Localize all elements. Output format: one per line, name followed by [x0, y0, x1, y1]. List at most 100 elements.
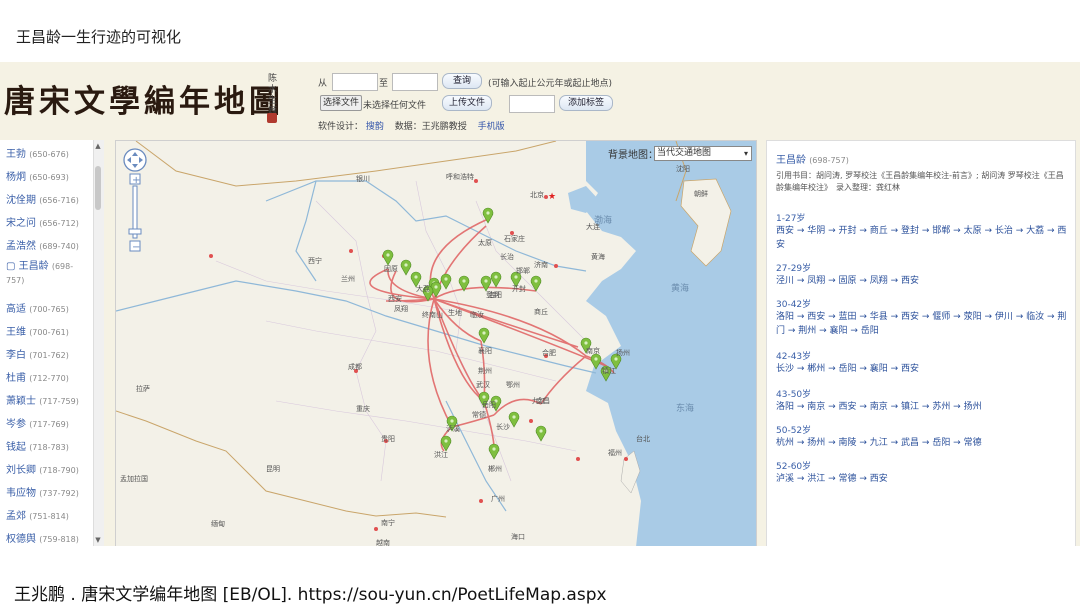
poet-list-item[interactable]: 萧颖士 (717-759) [6, 392, 79, 407]
period-route[interactable]: 洛阳 → 南京 → 西安 → 南京 → 镇江 → 苏州 → 扬州 [776, 400, 1070, 414]
poet-years: (712-770) [29, 374, 69, 383]
place-label: 太原 [478, 238, 492, 247]
panel-reference: 引用书目：胡问涛, 罗琴校注《王昌龄集编年校注-前言》; 胡问涛 罗琴校注《王昌… [776, 171, 1064, 192]
poet-list-item[interactable]: 沈佺期 (656-716) [6, 191, 79, 206]
place-label: 北京 [530, 190, 544, 199]
place-label: 兰州 [341, 274, 355, 283]
poet-list-item[interactable]: 刘长卿 (718-790) [6, 461, 79, 476]
poet-list-item[interactable]: 王维 (700-761) [6, 323, 69, 338]
place-label: 昆明 [266, 465, 280, 473]
capital-star-icon: ★ [548, 192, 556, 202]
poet-years: (718-790) [39, 466, 79, 475]
place-label: 贵阳 [381, 434, 395, 443]
poet-years: (700-765) [29, 305, 69, 314]
period-age: 27-29岁 [776, 264, 812, 274]
tag-input[interactable] [509, 95, 555, 113]
poet-list-item[interactable]: 杜甫 (712-770) [6, 369, 69, 384]
place-label: 广州 [491, 494, 505, 503]
poet-list-item[interactable]: 钱起 (718-783) [6, 438, 69, 453]
place-label: 镇江 [602, 366, 616, 375]
poet-years: (701-762) [29, 351, 69, 360]
map-view[interactable]: ★ + − 呼和浩特北京大连朝鲜沈阳长春太原石家庄济南黄海西宁兰州银川固原凤翔终… [115, 140, 757, 546]
place-label: 长沙 [496, 422, 510, 431]
site-logo[interactable]: 唐宋文學編年地圖 [4, 76, 284, 121]
poet-list-item[interactable]: 宋之问 (656-712) [6, 214, 79, 229]
place-label: 黄海 [591, 252, 605, 261]
add-tag-button[interactable]: 添加标签 [559, 95, 613, 111]
poet-name: 王维 [6, 327, 26, 338]
designer-link[interactable]: 搜韵 [366, 122, 384, 132]
period-route[interactable]: 长沙 → 郴州 → 岳阳 → 襄阳 → 西安 [776, 362, 1070, 376]
query-hint: (可输入起止公元年或起止地点) [488, 79, 613, 89]
mobile-link[interactable]: 手机版 [478, 122, 505, 132]
period-route[interactable]: 泸溪 → 洪江 → 常德 → 西安 [776, 472, 1070, 486]
poet-list-item[interactable]: 孟郊 (751-814) [6, 507, 69, 522]
poet-list-item[interactable]: 高适 (700-765) [6, 300, 69, 315]
zoom-in-glyph: + [132, 175, 140, 186]
upload-button[interactable]: 上传文件 [442, 95, 492, 111]
period-age: 1-27岁 [776, 214, 806, 224]
poet-list-item[interactable]: 孟浩然 (689-740) [6, 237, 79, 252]
scroll-thumb[interactable] [95, 166, 101, 210]
zoom-slider-handle[interactable] [128, 228, 142, 235]
place-label: 呼和浩特 [446, 172, 474, 181]
poet-list-item[interactable]: 岑参 (717-769) [6, 415, 69, 430]
place-label: 海口 [511, 532, 525, 541]
app-screenshot: 唐宋文學編年地圖 陈水生题 从 至 查询 (可输入起止公元年或起止地点) 选择文… [0, 62, 1080, 546]
poet-name: 高适 [6, 304, 26, 315]
place-label: 终南山 [422, 310, 443, 319]
poet-list-item[interactable]: 李白 (701-762) [6, 346, 69, 361]
poet-years: (700-761) [29, 328, 69, 337]
from-year-input[interactable] [332, 73, 378, 91]
place-label: 襄阳 [478, 346, 492, 355]
poet-list-item[interactable]: 权德舆 (759-818) [6, 530, 79, 545]
period-age: 43-50岁 [776, 390, 812, 400]
water-label: 黄海 [671, 282, 689, 294]
place-label: 洪江 [434, 450, 448, 459]
slide-title: 王昌龄一生行迹的可视化 [16, 28, 182, 46]
period-route[interactable]: 洛阳 → 西安 → 蓝田 → 华县 → 西安 → 偃师 → 荥阳 → 伊川 → … [776, 310, 1070, 338]
place-label: 沈阳 [676, 164, 690, 173]
scroll-down-icon[interactable]: ▼ [95, 536, 101, 544]
poet-list-item[interactable]: 杨炯 (650-693) [6, 168, 69, 183]
place-label: 福州 [608, 448, 622, 457]
no-file-text: 未选择任何文件 [363, 101, 427, 111]
poet-years: (650-693) [29, 173, 69, 182]
place-label: 拉萨 [136, 384, 150, 393]
poet-name: 钱起 [6, 442, 26, 453]
poet-years: (656-712) [39, 219, 79, 228]
poet-name: 刘长卿 [6, 465, 36, 476]
place-label: 武汉 [476, 380, 490, 389]
poet-name: 杜甫 [6, 373, 26, 384]
poet-name: 权德舆 [6, 534, 36, 545]
place-label: 南京 [586, 346, 600, 355]
background-map-select[interactable]: 当代交通地图 ▾ [654, 146, 752, 161]
place-label: 凤翔 [394, 304, 408, 313]
poet-years: (689-740) [39, 242, 79, 251]
credits-prefix: 软件设计： [318, 122, 364, 132]
choose-file-button[interactable]: 选择文件 [320, 95, 362, 111]
period-route[interactable]: 西安 → 华阴 → 开封 → 商丘 → 登封 → 邯郸 → 太原 → 长治 → … [776, 224, 1070, 252]
poet-list-item[interactable]: 韦应物 (737-792) [6, 484, 79, 499]
poet-name: 李白 [6, 350, 26, 361]
poet-name: 岑参 [6, 419, 26, 430]
to-year-input[interactable] [392, 73, 438, 91]
map-canvas[interactable]: ★ + − 呼和浩特北京大连朝鲜沈阳长春太原石家庄济南黄海西宁兰州银川固原凤翔终… [116, 141, 756, 546]
poet-name: 孟郊 [6, 511, 26, 522]
scroll-up-icon[interactable]: ▲ [95, 142, 101, 150]
period-age: 50-52岁 [776, 426, 812, 436]
query-button[interactable]: 查询 [442, 73, 482, 89]
place-label: 常德 [472, 410, 486, 419]
period-route[interactable]: 泾川 → 凤翔 → 固原 → 凤翔 → 西安 [776, 274, 1070, 288]
poet-list-item[interactable]: ▢ 王昌龄 (698-757) [6, 260, 88, 288]
period-age: 30-42岁 [776, 300, 812, 310]
region-label: 越南 [376, 538, 390, 546]
period-route[interactable]: 杭州 → 扬州 → 南陵 → 九江 → 武昌 → 岳阳 → 常德 [776, 436, 1070, 450]
poet-years: (650-676) [29, 150, 69, 159]
chevron-down-icon: ▾ [743, 149, 748, 158]
poet-list-item[interactable]: 王勃 (650-676) [6, 145, 69, 160]
credits-data: 数据：王兆鹏教授 [394, 122, 467, 132]
place-label: 长治 [500, 252, 514, 261]
period-age: 52-60岁 [776, 462, 812, 472]
place-label: 扬州 [616, 348, 630, 357]
